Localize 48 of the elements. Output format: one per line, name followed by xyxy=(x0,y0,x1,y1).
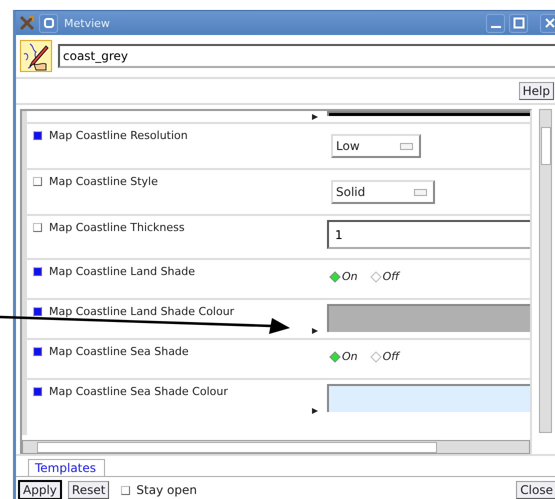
templates-tab[interactable]: Templates xyxy=(28,459,106,476)
close-button[interactable]: Close xyxy=(516,481,555,499)
value-field[interactable]: 1 xyxy=(327,220,530,249)
option-menu[interactable]: Solid xyxy=(331,180,435,204)
stay-open-label: Stay open xyxy=(136,483,197,497)
expand-arrow-icon[interactable] xyxy=(311,327,319,335)
colour-swatch[interactable] xyxy=(327,304,530,332)
set-checkbox[interactable] xyxy=(33,267,42,276)
name-field[interactable]: coast_grey xyxy=(58,44,555,68)
maximize-icon xyxy=(512,17,524,29)
maximize-button[interactable] xyxy=(509,14,528,32)
vertical-scrollbar[interactable] xyxy=(539,109,552,433)
colour-swatch[interactable] xyxy=(327,384,530,412)
help-button[interactable]: Help xyxy=(518,82,554,100)
colour-swatch[interactable] xyxy=(327,111,530,116)
set-checkbox[interactable] xyxy=(33,347,42,356)
square-icon xyxy=(42,17,54,29)
expand-arrow-icon[interactable] xyxy=(311,113,319,121)
map-pencil-icon xyxy=(20,40,52,72)
set-checkbox[interactable] xyxy=(33,307,42,316)
close-button[interactable] xyxy=(540,14,555,32)
minimize-icon xyxy=(490,26,500,28)
set-checkbox[interactable] xyxy=(33,177,42,186)
parameter-label: Map Coastline Resolution xyxy=(49,129,188,142)
parameter-label: Map Coastline Sea Shade Colour xyxy=(49,385,228,398)
option-menu[interactable]: Low xyxy=(331,134,421,158)
set-checkbox[interactable] xyxy=(33,131,42,140)
parameter-label: Map Coastline Style xyxy=(49,175,158,188)
window-title: Metview xyxy=(64,16,110,30)
radio-option[interactable]: Off xyxy=(372,350,400,363)
close-icon xyxy=(544,17,555,29)
window-menu-button[interactable] xyxy=(39,14,58,32)
reset-button[interactable]: Reset xyxy=(68,481,110,499)
minimize-button[interactable] xyxy=(486,14,505,32)
expand-arrow-icon[interactable] xyxy=(311,407,319,415)
stay-open-checkbox[interactable] xyxy=(121,486,130,494)
radio-option[interactable]: On xyxy=(331,350,358,363)
set-checkbox[interactable] xyxy=(33,387,42,396)
parameter-label: Map Coastline Land Shade Colour xyxy=(49,305,234,318)
parameter-label: Map Coastline Land Shade xyxy=(49,265,196,278)
apply-button[interactable]: Apply xyxy=(18,480,62,499)
parameter-label: Map Coastline Thickness xyxy=(49,221,185,234)
horizontal-scrollbar[interactable] xyxy=(22,440,530,454)
parameter-label: Map Coastline Sea Shade xyxy=(49,345,189,358)
radio-option[interactable]: Off xyxy=(372,270,400,283)
set-checkbox[interactable] xyxy=(33,223,42,232)
radio-option[interactable]: On xyxy=(331,270,358,283)
tools-icon[interactable] xyxy=(19,15,35,31)
